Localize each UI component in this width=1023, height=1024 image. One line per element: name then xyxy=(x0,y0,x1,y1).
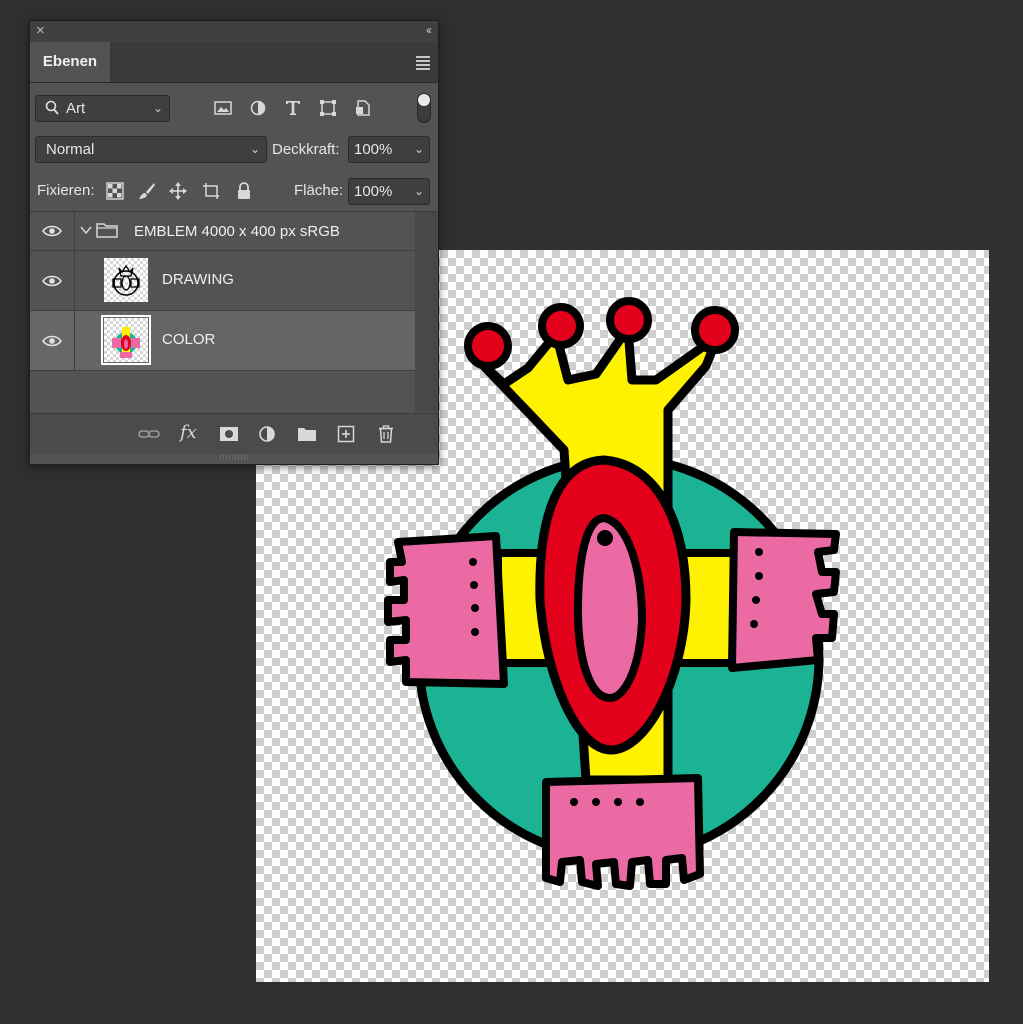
adjustment-filter-icon[interactable] xyxy=(249,100,267,116)
lock-artboard-icon[interactable] xyxy=(202,182,220,200)
crown-ball-3 xyxy=(606,297,652,343)
eye-icon xyxy=(42,275,62,286)
chevron-down-icon[interactable] xyxy=(80,223,92,241)
image-filter-icon[interactable] xyxy=(214,100,232,116)
blend-mode-value: Normal xyxy=(46,141,95,158)
folder-icon xyxy=(96,222,118,243)
lock-label: Fixieren: xyxy=(37,182,95,199)
chevron-down-icon: ⌄ xyxy=(249,142,260,156)
emblem-bottom-block xyxy=(542,774,704,890)
type-filter-icon[interactable] xyxy=(284,100,302,116)
chevron-down-icon: ⌄ xyxy=(413,142,424,156)
emblem-left-block xyxy=(384,532,508,688)
visibility-toggle[interactable] xyxy=(30,212,75,250)
emblem-pink-center xyxy=(573,513,647,703)
opacity-value: 100% xyxy=(354,141,393,158)
layer-thumbnail xyxy=(104,258,148,302)
fill-label: Fläche: xyxy=(294,182,344,199)
layer-name: EMBLEM 4000 x 400 px sRGB xyxy=(134,223,340,240)
blend-mode-select[interactable]: Normal ⌄ xyxy=(35,136,267,163)
filter-value: Art xyxy=(66,100,86,117)
chevron-down-icon: ⌄ xyxy=(413,184,424,198)
smart-object-filter-icon[interactable] xyxy=(354,100,372,116)
filter-toggle-switch[interactable] xyxy=(417,93,431,123)
layer-row-color[interactable]: COLOR xyxy=(30,311,415,371)
trash-icon[interactable] xyxy=(377,425,395,443)
layer-name: DRAWING xyxy=(162,271,234,288)
shape-filter-icon[interactable] xyxy=(319,100,337,116)
resize-grip[interactable] xyxy=(220,454,248,460)
layer-filter-select[interactable]: Art ⌄ xyxy=(35,95,170,122)
emblem-right-block xyxy=(728,528,840,672)
layers-panel: × ‹‹ Ebenen Art ⌄ Normal ⌄ Deckkraft: 10… xyxy=(29,20,439,465)
fill-field[interactable]: 100% xyxy=(348,178,408,205)
eye-icon xyxy=(42,335,62,346)
search-icon xyxy=(45,100,59,119)
layers-list: EMBLEM 4000 x 400 px sRGB DRAWING COLOR xyxy=(30,212,415,412)
chevron-down-icon: ⌄ xyxy=(152,101,163,115)
layer-thumbnail xyxy=(101,315,151,365)
new-group-icon[interactable] xyxy=(297,425,316,443)
fill-value: 100% xyxy=(354,183,393,200)
fx-icon[interactable]: fx xyxy=(180,422,198,443)
tab-ebenen[interactable]: Ebenen xyxy=(30,42,110,82)
layer-row-group[interactable]: EMBLEM 4000 x 400 px sRGB xyxy=(30,212,415,251)
layers-scrollbar[interactable] xyxy=(415,212,438,412)
lock-all-icon[interactable] xyxy=(235,182,253,200)
crown-ball-4 xyxy=(691,306,739,354)
opacity-label: Deckkraft: xyxy=(272,141,340,158)
panel-footer: fx xyxy=(30,413,438,454)
opacity-dropdown[interactable]: ⌄ xyxy=(407,136,430,163)
hamburger-menu-icon[interactable] xyxy=(416,56,430,70)
fill-dropdown[interactable]: ⌄ xyxy=(407,178,430,205)
add-mask-icon[interactable] xyxy=(219,425,238,443)
lock-paint-icon[interactable] xyxy=(138,182,156,200)
lock-position-icon[interactable] xyxy=(169,182,187,200)
adjustment-layer-icon[interactable] xyxy=(258,425,276,443)
layer-row-drawing[interactable]: DRAWING xyxy=(30,251,415,311)
filter-row: Art ⌄ xyxy=(30,83,438,127)
crown-ball-2 xyxy=(538,303,584,349)
link-layers-icon[interactable] xyxy=(138,425,160,443)
close-icon[interactable]: × xyxy=(36,22,45,39)
lock-transparent-icon[interactable] xyxy=(106,182,124,200)
eye-icon xyxy=(42,225,62,237)
double-chevron-left-icon[interactable]: ‹‹ xyxy=(426,23,432,37)
panel-tab-bar: Ebenen xyxy=(30,42,438,83)
layer-name: COLOR xyxy=(162,331,216,348)
emblem-center-dot xyxy=(597,530,613,546)
blend-row: Normal ⌄ Deckkraft: 100% ⌄ xyxy=(30,129,438,169)
opacity-field[interactable]: 100% xyxy=(348,136,408,163)
lock-row: Fixieren: Fläche: 100% ⌄ xyxy=(30,171,438,212)
crown-ball-1 xyxy=(464,322,512,370)
new-layer-icon[interactable] xyxy=(337,425,355,443)
visibility-toggle[interactable] xyxy=(30,251,75,310)
panel-titlebar[interactable]: × ‹‹ xyxy=(30,21,438,42)
visibility-toggle[interactable] xyxy=(30,311,75,370)
